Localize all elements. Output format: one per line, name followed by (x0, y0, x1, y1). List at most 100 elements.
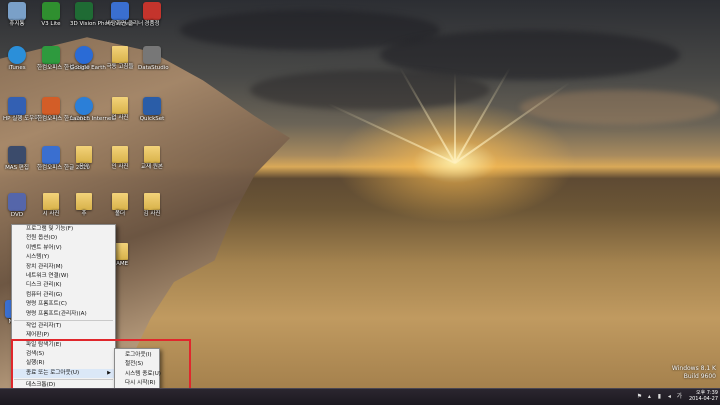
desktop-icon-label: Launch Internet (70, 116, 114, 122)
desktop-icon-label: 교재 원본 (141, 164, 163, 170)
menu-item[interactable]: 작업 관리자(T) (12, 322, 115, 331)
windows-watermark: Windows 8.1 K Build 9600 (672, 365, 716, 381)
desktop-icon[interactable]: 3D Vision Photo Viewer (70, 2, 134, 34)
desktop-icon[interactable]: Launch Internet (70, 97, 114, 129)
desktop-icon-label: V3 Lite (41, 21, 61, 27)
cleaner-icon (111, 2, 129, 20)
desktop-icon-label: 한컴오피스 한셀 2010 (37, 65, 90, 71)
menu-item[interactable]: 네트워크 연결(W) (12, 272, 115, 281)
recycle-bin-icon (8, 2, 26, 20)
desktop-icon[interactable]: 교재 원본 (138, 146, 166, 178)
flag-icon[interactable]: ⚑ (636, 393, 643, 400)
folder-icon (76, 146, 92, 163)
network-icon[interactable]: ▮ (656, 393, 663, 400)
desktop-icon-label: 시 사진 (42, 211, 60, 217)
menu-item[interactable]: 이벤트 뷰어(V) (12, 244, 115, 253)
desktop-icon[interactable]: MAS 편집 (3, 146, 31, 178)
chevron-up-icon[interactable]: ▴ (646, 393, 653, 400)
desktop-icon-label: 3D Vision Photo Viewer (70, 21, 134, 27)
taskbar (0, 388, 720, 405)
desktop-icon[interactable]: 추 (70, 193, 98, 225)
folder-icon (112, 46, 128, 63)
menu-item[interactable]: 명령 프롬프트(C) (12, 300, 115, 309)
desktop-icon-label: 극동 고침들 (106, 64, 134, 70)
desktop-icon[interactable]: 인 사진 (106, 146, 134, 178)
clock-date: 2014-04-27 (688, 396, 718, 402)
desktop-icon-label: MAS 편집 (5, 165, 29, 171)
watermark-build: Build 9600 (683, 373, 716, 380)
hp-icon (8, 97, 26, 115)
desktop-icon[interactable]: 폴더 (106, 193, 134, 225)
desktop-icon[interactable]: Google Earth (70, 46, 106, 78)
desktop-icon[interactable]: QuickSet (138, 97, 166, 129)
desktop-icon[interactable]: 음악 (70, 146, 98, 178)
folder-icon (144, 193, 160, 210)
itunes-icon (8, 46, 26, 64)
menu-separator (14, 319, 113, 321)
desktop-icon[interactable]: 업 사진 (106, 97, 134, 129)
hwp-icon (42, 146, 60, 164)
desktop-icon[interactable]: 한컴오피스 한셀 2010 (37, 46, 90, 78)
menu-item[interactable]: 시스템(Y) (12, 253, 115, 262)
desktop-icon-label: Google Earth (70, 65, 106, 71)
folder-icon (112, 146, 128, 163)
desktop-icon[interactable]: V3 Lite (37, 2, 65, 34)
folder-icon (76, 193, 92, 210)
desktop-icon[interactable]: 김 사진 (138, 193, 166, 225)
desktop-icon[interactable]: 한컴오피스 한쇼 2010 (37, 97, 90, 129)
menu-item[interactable]: 컴퓨터 관리(G) (12, 291, 115, 300)
hanshow-icon (42, 97, 60, 115)
folder-icon (43, 193, 59, 210)
folder-icon (112, 97, 128, 114)
desktop-icon[interactable]: iTunes (3, 46, 31, 78)
desktop-icon[interactable]: 휴지통 (3, 2, 31, 34)
app-icon (143, 2, 161, 20)
hancell-icon (42, 46, 60, 64)
menu-item[interactable]: 디스크 관리(K) (12, 281, 115, 290)
menu-section-top: 프로그램 및 기능(F) 전원 옵션(O) 이벤트 뷰어(V) 시스템(Y) 장치 관리… (12, 225, 115, 319)
desktop-icon[interactable]: HP 실행 도우미 (3, 97, 40, 129)
google-earth-icon (75, 46, 93, 64)
menu-item[interactable]: 장치 관리자(M) (12, 263, 115, 272)
desktop-icon-label: iTunes (8, 65, 26, 71)
desktop-icon-label: 한컴오피스 한글 2010 (37, 165, 90, 171)
desktop-icon-label: 폴더 (114, 211, 126, 217)
datastudio-icon (143, 46, 161, 64)
v3-lite-icon (42, 2, 60, 20)
desktop-icon-label: 바탕화면 클리너 (106, 21, 144, 27)
desktop-icon-label: DataStudio (138, 65, 169, 71)
desktop-icon[interactable]: 경품정 (138, 2, 166, 34)
mas-icon (8, 146, 26, 164)
desktop-icon-label: 업 사진 (111, 115, 129, 121)
clock[interactable]: 오후 7:39 2014-04-27 (689, 390, 718, 402)
dvd-icon (8, 193, 26, 211)
desktop-icon[interactable]: 바탕화면 클리너 (106, 2, 144, 34)
folder-icon (144, 146, 160, 163)
desktop-icon-label: HP 실행 도우미 (3, 116, 40, 122)
photo-viewer-icon (75, 2, 93, 20)
folder-icon (112, 193, 128, 210)
desktop-icon-label: DVD (10, 212, 24, 218)
desktop-icon-label: 경품정 (144, 21, 160, 27)
ime-indicator[interactable]: 가 (676, 393, 683, 400)
volume-icon[interactable]: ◂ (666, 393, 673, 400)
watermark-edition: Windows 8.1 K (671, 365, 716, 372)
desktop-icon-label: 인 사진 (111, 164, 129, 170)
desktop-icon-label: 휴지통 (9, 21, 25, 27)
desktop-icon-label: 음악 (78, 164, 90, 170)
menu-item[interactable]: 전원 옵션(O) (12, 234, 115, 243)
quickset-icon (143, 97, 161, 115)
internet-explorer-icon (75, 97, 93, 115)
menu-item[interactable]: 명령 프롬프트(관리자)(A) (12, 310, 115, 319)
desktop-icon[interactable]: 시 사진 (37, 193, 65, 225)
desktop-icon[interactable]: DataStudio (138, 46, 169, 78)
desktop-icon-label: QuickSet (139, 116, 165, 122)
desktop-icon-label: 추 (81, 211, 87, 217)
menu-item[interactable]: 프로그램 및 기능(F) (12, 225, 115, 234)
desktop-icon-label: 김 사진 (143, 211, 161, 217)
desktop-icon-label: 한컴오피스 한쇼 2010 (37, 116, 90, 122)
system-tray: ⚑ ▴ ▮ ◂ 가 오후 7:39 2014-04-27 (636, 388, 718, 404)
desktop-icon[interactable]: 극동 고침들 (106, 46, 134, 78)
desktop-icon[interactable]: DVD (3, 193, 31, 225)
desktop-icon[interactable]: 한컴오피스 한글 2010 (37, 146, 90, 178)
